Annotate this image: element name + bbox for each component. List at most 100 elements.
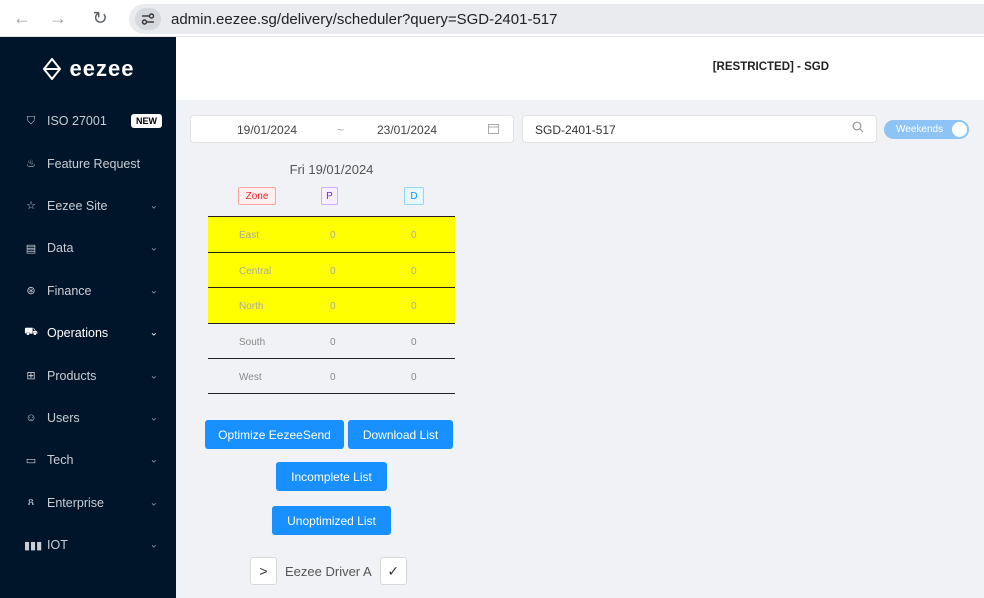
chevron-down-icon: ⌄ [149,242,158,254]
cup-icon: ♨ [26,158,36,171]
zone-name: East [239,230,260,241]
sidebar-item-operations[interactable]: ⛟ Operations ⌄ [0,312,176,354]
zone-name: West [239,372,262,383]
site-info-icon[interactable] [135,8,161,30]
optimize-eezeesend-button[interactable]: Optimize EezeeSend [205,420,344,449]
zone-column-tag: Zone [238,187,276,205]
d-column-tag: D [404,187,424,205]
sidebar-item-label: Users [47,410,80,425]
sidebar-item-label: ISO 27001 [47,114,107,129]
p-count: 0 [330,372,336,383]
chevron-down-icon: ⌄ [149,497,158,509]
driver-row: > Eezee Driver A ✓ [250,556,407,586]
table-row[interactable]: East 0 0 [208,216,455,252]
barcode-icon: ▮▮▮ [24,539,43,552]
sidebar: eezee ⛉ ISO 27001 NEW ♨ Feature Request … [0,37,176,598]
sidebar-item-tech[interactable]: ▭ Tech ⌄ [0,439,176,481]
p-count: 0 [330,230,336,241]
d-count: 0 [411,265,417,277]
day-title: Fri 19/01/2024 [289,162,374,177]
expand-driver-button[interactable]: > [250,557,277,585]
page-title: [RESTRICTED] - SGD [712,61,829,73]
database-icon: ▤ [25,242,37,255]
d-count: 0 [411,230,417,241]
p-count: 0 [330,265,336,277]
team-icon: ጸ [27,496,35,509]
p-column-tag: P [321,187,338,205]
arrow-right-icon[interactable]: → [44,4,72,32]
sidebar-item-eezee-site[interactable]: ☆ Eezee Site ⌄ [0,185,176,227]
p-count: 0 [330,301,336,312]
table-row[interactable]: South 0 0 [208,322,455,359]
sidebar-item-label: Eezee Site [47,198,108,213]
date-separator: ~ [337,123,345,137]
chevron-down-icon: ⌄ [149,370,158,382]
smile-icon: ☺ [25,411,37,424]
calendar-icon[interactable] [488,123,499,137]
dollar-circle-icon: ⊛ [26,285,36,298]
weekends-label: Weekends [896,124,944,135]
date-start[interactable]: 19/01/2024 [237,123,297,137]
unoptimized-list-button[interactable]: Unoptimized List [272,506,391,535]
sidebar-item-iot[interactable]: ▮▮▮ IOT ⌄ [0,524,176,566]
url-text[interactable]: admin.eezee.sg/delivery/scheduler?query=… [171,11,557,28]
sidebar-item-label: IOT [47,538,68,553]
chevron-down-icon: ⌄ [149,454,158,466]
new-badge: NEW [131,114,162,129]
gift-icon: ⊞ [26,370,36,383]
table-row[interactable]: Central 0 0 [208,251,455,287]
toggle-knob [952,122,967,137]
p-count: 0 [330,336,336,348]
search-icon[interactable] [852,121,864,136]
sidebar-item-users[interactable]: ☺ Users ⌄ [0,397,176,439]
sidebar-item-feature-request[interactable]: ♨ Feature Request [0,142,176,184]
star-icon: ☆ [26,200,36,213]
sidebar-item-label: Feature Request [47,156,141,171]
chevron-down-icon: ⌄ [149,200,158,212]
driver-name: Eezee Driver A [285,563,372,579]
zone-table: East 0 0 Central 0 0 North 0 0 South 0 0… [208,216,455,394]
weekends-toggle[interactable]: Weekends [884,120,969,139]
sidebar-item-finance[interactable]: ⊛ Finance ⌄ [0,270,176,312]
search-input[interactable]: SGD-2401-517 [522,115,877,143]
confirm-driver-button[interactable]: ✓ [379,557,407,585]
header: [RESTRICTED] - SGD [176,37,984,100]
search-value[interactable]: SGD-2401-517 [535,123,616,137]
sidebar-item-data[interactable]: ▤ Data ⌄ [0,227,176,269]
d-count: 0 [411,301,417,312]
reload-icon[interactable]: ↻ [86,4,114,32]
sidebar-item-iso27001[interactable]: ⛉ ISO 27001 NEW [0,100,176,142]
address-bar[interactable]: admin.eezee.sg/delivery/scheduler?query=… [129,4,984,34]
date-end[interactable]: 23/01/2024 [377,123,437,137]
sidebar-item-label: Products [47,368,97,383]
browser-toolbar: ← → ↻ admin.eezee.sg/delivery/scheduler?… [0,0,984,37]
date-range-picker[interactable]: 19/01/2024 ~ 23/01/2024 [190,115,514,143]
sidebar-item-label: Operations [47,326,109,341]
arrow-left-icon[interactable]: ← [8,4,36,32]
logo-icon [42,57,61,80]
chevron-down-icon: ⌄ [149,327,158,339]
sidebar-item-label: Data [47,241,74,256]
sidebar-item-label: Tech [47,453,74,468]
sidebar-item-enterprise[interactable]: ጸ Enterprise ⌄ [0,482,176,524]
table-row[interactable]: North 0 0 [208,287,455,323]
chevron-down-icon: ⌄ [149,285,158,297]
zone-name: North [239,301,264,312]
shield-check-icon: ⛉ [26,114,36,127]
table-row[interactable]: West 0 0 [208,358,455,394]
d-count: 0 [411,372,417,383]
zone-name: South [239,336,266,348]
sidebar-item-label: Finance [47,283,92,298]
chevron-down-icon: ⌄ [149,539,158,551]
incomplete-list-button[interactable]: Incomplete List [276,462,387,491]
zone-name: Central [239,265,272,277]
chevron-down-icon: ⌄ [149,412,158,424]
eezee-logo[interactable]: eezee [0,37,176,100]
cart-icon: ⛟ [24,326,38,339]
download-list-button[interactable]: Download List [348,420,453,449]
sidebar-item-label: Enterprise [47,495,104,510]
d-count: 0 [411,336,417,348]
laptop-icon: ▭ [25,454,37,467]
logo-text: eezee [69,55,135,81]
sidebar-item-products[interactable]: ⊞ Products ⌄ [0,354,176,396]
